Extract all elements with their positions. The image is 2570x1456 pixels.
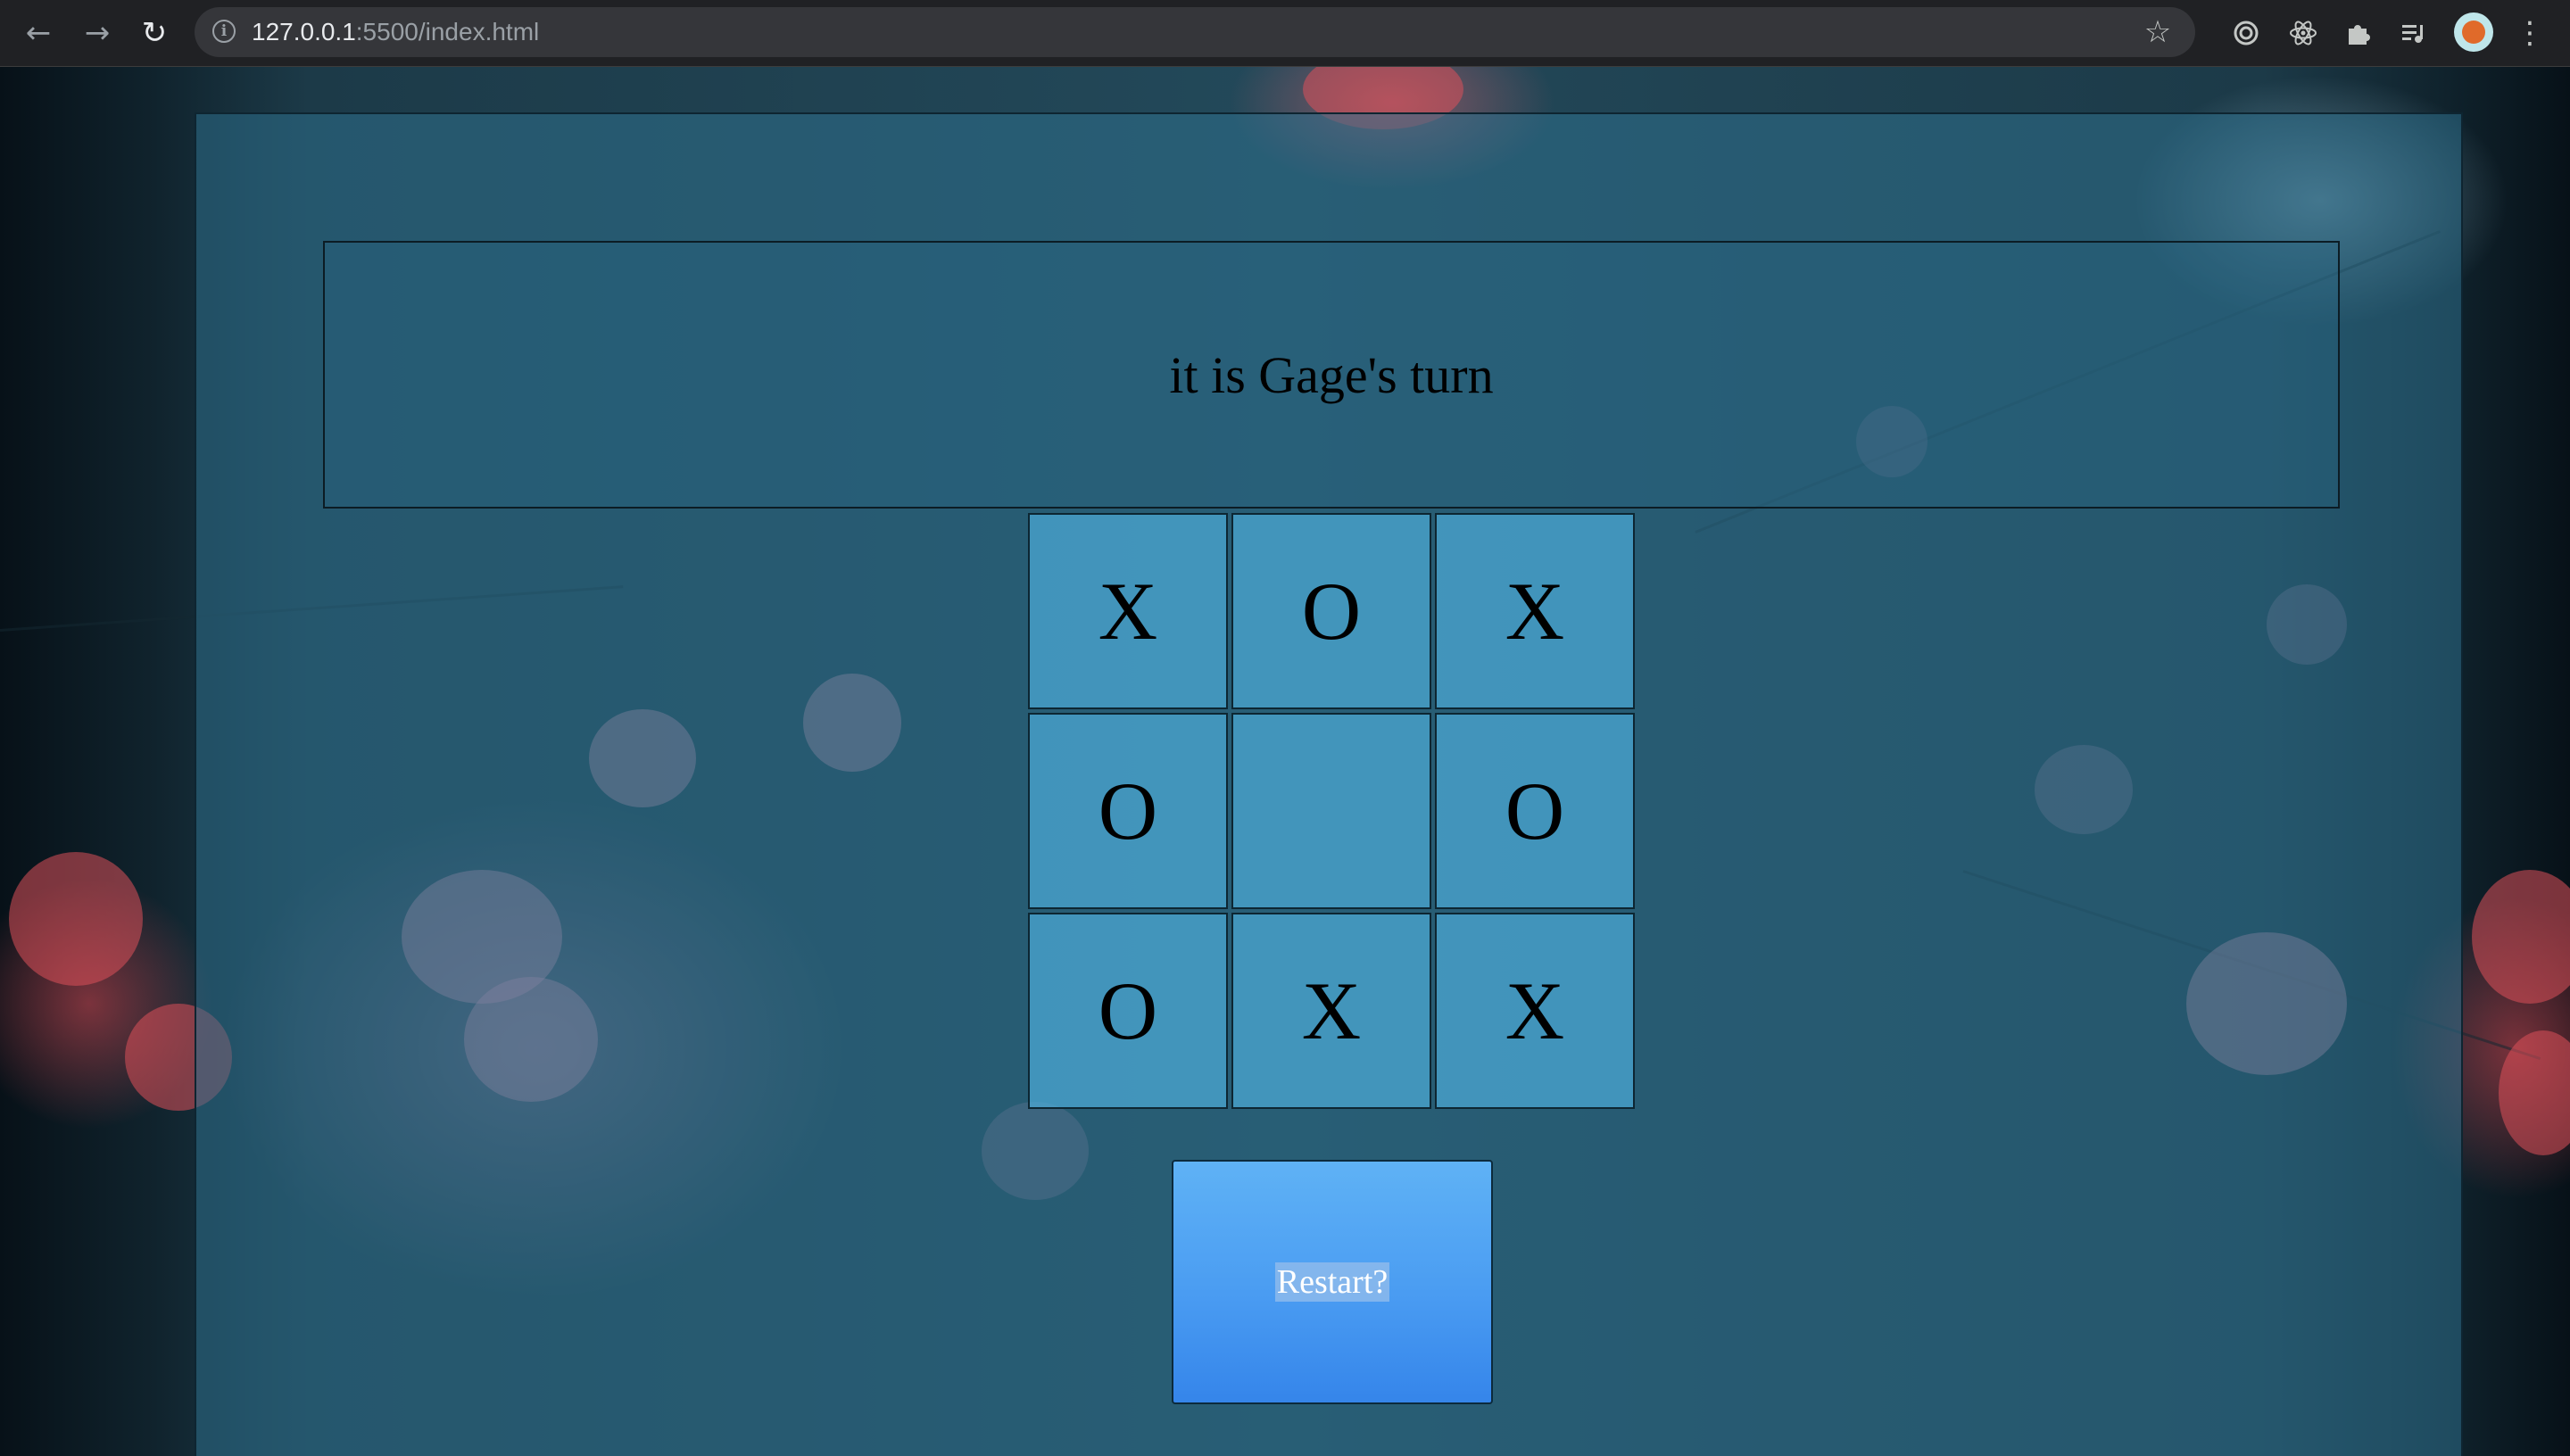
board-cell-r1c2[interactable]: O xyxy=(1231,513,1431,709)
basketball-icon xyxy=(2462,21,2485,44)
turn-status-panel: it is Gage's turn xyxy=(323,241,2340,509)
board-cell-r3c2[interactable]: X xyxy=(1231,913,1431,1109)
url-host: 127.0.0.1 xyxy=(252,18,356,46)
background-blossom xyxy=(9,852,143,986)
react-devtools-icon[interactable] xyxy=(2283,12,2324,54)
bookmark-star-icon[interactable]: ☆ xyxy=(2140,14,2176,50)
media-queue-icon[interactable] xyxy=(2393,12,2434,54)
tic-tac-toe-board: X O X O O O X X xyxy=(1028,513,1635,1109)
background-blossom xyxy=(2472,870,2570,1004)
board-cell-r2c2[interactable] xyxy=(1231,713,1431,909)
restart-button[interactable]: Restart? xyxy=(1172,1160,1493,1404)
forward-arrow-icon[interactable]: → xyxy=(75,11,120,55)
puzzle-extensions-icon[interactable] xyxy=(2338,12,2379,54)
restart-button-label: Restart? xyxy=(1274,1262,1390,1302)
site-info-icon[interactable]: i xyxy=(212,20,236,43)
board-cell-r2c3[interactable]: O xyxy=(1435,713,1635,909)
board-cell-r3c3[interactable]: X xyxy=(1435,913,1635,1109)
turn-status-text: it is Gage's turn xyxy=(1169,345,1494,404)
board-cell-r2c1[interactable]: O xyxy=(1028,713,1228,909)
target-extension-icon[interactable] xyxy=(2226,12,2267,54)
board-cell-r1c1[interactable]: X xyxy=(1028,513,1228,709)
game-container: it is Gage's turn X O X O O O X X Restar… xyxy=(195,112,2463,1456)
reload-icon[interactable]: ↻ xyxy=(132,11,177,55)
back-arrow-icon[interactable]: ← xyxy=(16,11,61,55)
browser-toolbar: ← → ↻ i 127.0.0.1:5500/index.html ☆ ⋮ xyxy=(0,0,2570,67)
board-cell-r3c1[interactable]: O xyxy=(1028,913,1228,1109)
url-text[interactable]: 127.0.0.1:5500/index.html xyxy=(252,7,539,57)
profile-avatar[interactable] xyxy=(2454,12,2493,52)
url-path: :5500/index.html xyxy=(355,18,540,46)
kebab-menu-icon[interactable]: ⋮ xyxy=(2515,12,2545,54)
page-viewport: it is Gage's turn X O X O O O X X Restar… xyxy=(0,67,2570,1456)
address-bar[interactable]: i 127.0.0.1:5500/index.html ☆ xyxy=(195,7,2195,57)
board-cell-r1c3[interactable]: X xyxy=(1435,513,1635,709)
